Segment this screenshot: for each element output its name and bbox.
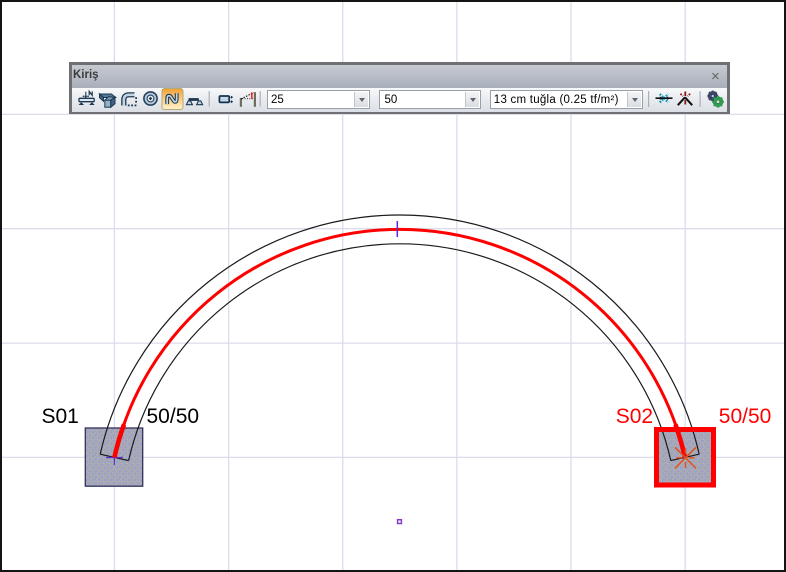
svg-text:50/50: 50/50 [719,405,772,428]
svg-text:S01: S01 [42,405,79,428]
svg-text:50/50: 50/50 [147,405,200,428]
svg-text:S02: S02 [616,405,653,428]
